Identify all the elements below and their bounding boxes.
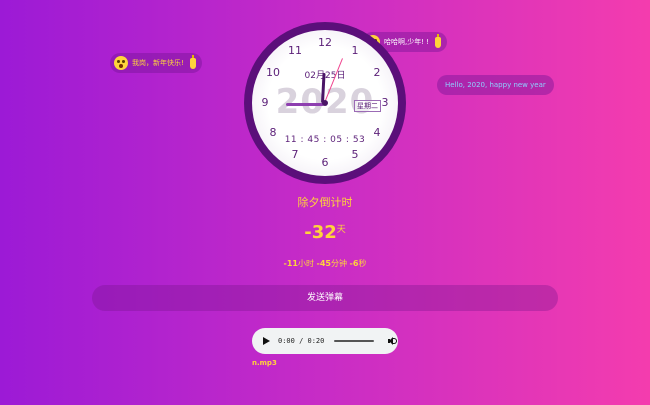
clock-number: 5 bbox=[351, 148, 359, 161]
minute-hand bbox=[285, 103, 324, 106]
danmu-text: 哈哈啊,少年! ! bbox=[384, 38, 430, 46]
bottle-icon bbox=[435, 33, 442, 48]
clock-number: 8 bbox=[269, 126, 277, 139]
countdown-days: -32天 bbox=[0, 222, 650, 243]
clock-face: 2020 02月25日 星期二 11 : 45 : 05 : 53 12 1 2… bbox=[252, 30, 398, 176]
danmu-bubble: 我岗，新年快乐! bbox=[110, 53, 202, 73]
days-value: -32 bbox=[304, 222, 337, 243]
clock-number: 4 bbox=[373, 126, 381, 139]
hours-unit: 小时 bbox=[298, 259, 314, 268]
danmu-text: Hello, 2020, happy new year bbox=[445, 81, 546, 89]
clock-number: 2 bbox=[373, 66, 381, 79]
audio-filename: n.mp3 bbox=[252, 359, 277, 367]
clock-number: 11 bbox=[288, 44, 302, 57]
clock-number: 1 bbox=[351, 44, 359, 57]
countdown-detail: -11小时 -45分钟 -6秒 bbox=[0, 258, 650, 269]
clock-number: 7 bbox=[291, 148, 299, 161]
bottle-icon bbox=[189, 54, 196, 69]
minutes-value: -45 bbox=[316, 259, 331, 268]
clock-number: 6 bbox=[321, 156, 329, 169]
audio-time: 0:00 / 0:20 bbox=[278, 337, 325, 345]
seconds-unit: 秒 bbox=[358, 259, 367, 268]
analog-clock: 2020 02月25日 星期二 11 : 45 : 05 : 53 12 1 2… bbox=[244, 22, 406, 184]
audio-progress-bar[interactable] bbox=[334, 340, 375, 342]
hours-value: -11 bbox=[283, 259, 298, 268]
clock-center-pin bbox=[322, 100, 328, 106]
volume-icon[interactable] bbox=[388, 336, 398, 346]
clock-number: 10 bbox=[266, 66, 280, 79]
play-icon[interactable] bbox=[263, 337, 270, 345]
countdown-title: 除夕倒计时 bbox=[297, 196, 353, 209]
days-unit: 天 bbox=[336, 225, 346, 235]
send-danmu-button[interactable]: 发送弹幕 bbox=[92, 285, 558, 311]
clock-number: 3 bbox=[381, 96, 389, 109]
minutes-unit: 分钟 bbox=[331, 259, 347, 268]
audio-player: 0:00 / 0:20 bbox=[252, 328, 398, 354]
clock-number: 9 bbox=[261, 96, 269, 109]
danmu-bubble: Hello, 2020, happy new year bbox=[437, 75, 554, 95]
clock-number: 12 bbox=[318, 36, 332, 49]
surprised-face-icon bbox=[114, 56, 128, 70]
danmu-text: 我岗，新年快乐! bbox=[132, 59, 184, 67]
